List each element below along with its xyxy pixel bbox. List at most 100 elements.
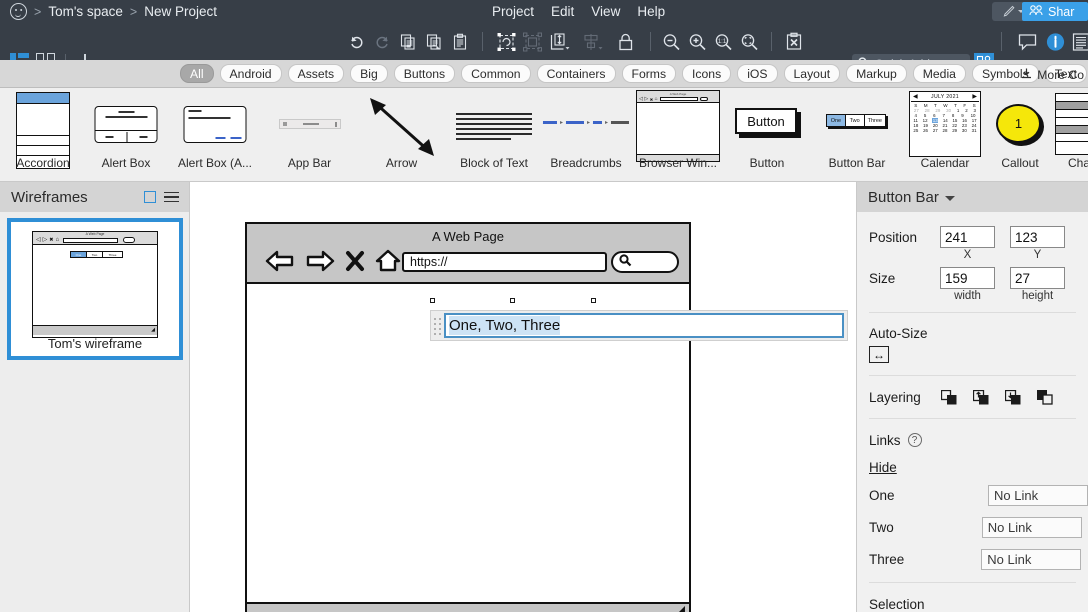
links-hide-button[interactable]: Hide xyxy=(869,460,897,475)
delete-clipboard-icon[interactable] xyxy=(785,32,803,51)
copy-icon[interactable] xyxy=(400,33,417,50)
category-assets[interactable]: Assets xyxy=(287,64,345,83)
wireframe-thumbnail-caption: Tom's wireframe xyxy=(47,336,143,351)
gallery-item-chart[interactable]: Cha xyxy=(1054,88,1088,181)
selection-handle-tc[interactable] xyxy=(510,298,515,303)
menu-view[interactable]: View xyxy=(591,4,620,19)
inline-text-value: One, Two, Three xyxy=(449,316,561,335)
people-icon xyxy=(1029,4,1043,19)
breadcrumb-project[interactable]: New Project xyxy=(144,4,217,19)
breadcrumb-space[interactable]: Tom's space xyxy=(48,4,123,19)
gallery-item-alert-box[interactable]: Alert Box xyxy=(86,88,166,181)
smiley-face-icon[interactable] xyxy=(10,3,27,20)
browser-title: A Web Page xyxy=(431,229,505,244)
selection-handle-tl[interactable] xyxy=(430,298,435,303)
gallery-item-button-bar[interactable]: One Two Three Button Bar xyxy=(810,88,904,181)
zoom-100-icon[interactable]: 1:1 xyxy=(714,32,733,51)
link-select-two[interactable]: No Link xyxy=(981,516,1082,538)
gallery-item-alert-box-alt[interactable]: Alert Box (A... xyxy=(166,88,264,181)
layering-label: Layering xyxy=(869,389,921,405)
lock-icon[interactable] xyxy=(617,32,635,51)
share-button[interactable]: Shar xyxy=(1022,2,1088,21)
inline-text-editor[interactable]: One, Two, Three xyxy=(430,310,848,341)
menu-help[interactable]: Help xyxy=(637,4,665,19)
info-icon[interactable] xyxy=(1046,32,1065,51)
canvas[interactable]: A Web Page https:// ◢ One, Two, Three xyxy=(190,182,856,612)
category-android[interactable]: Android xyxy=(219,64,282,83)
gallery-label: App Bar xyxy=(287,156,332,170)
zoom-fit-icon[interactable] xyxy=(740,32,759,51)
link-row-one: One No Link xyxy=(857,484,1088,506)
category-containers[interactable]: Containers xyxy=(536,64,616,83)
notes-list-icon[interactable] xyxy=(1072,32,1088,51)
gallery-label: Button Bar xyxy=(828,156,886,170)
category-media[interactable]: Media xyxy=(912,64,966,83)
gallery-item-arrow[interactable]: Arrow xyxy=(355,88,448,181)
breadcrumb-separator: > xyxy=(34,4,42,19)
send-to-back-icon[interactable] xyxy=(1037,389,1053,405)
gallery-item-breadcrumbs[interactable]: ▸ ▸ ▸ Breadcrumbs xyxy=(540,88,632,181)
chevron-down-icon[interactable] xyxy=(944,196,955,201)
auto-size-horizontal-icon[interactable]: ↔ xyxy=(869,346,889,363)
properties-panel-title: Button Bar xyxy=(868,188,939,206)
home-icon[interactable] xyxy=(375,249,401,276)
browser-window-widget[interactable]: A Web Page https:// ◢ xyxy=(245,222,691,612)
position-x-field[interactable]: 241 xyxy=(940,226,995,248)
gallery-item-button[interactable]: Button Button xyxy=(724,88,810,181)
paste-icon[interactable] xyxy=(452,33,469,50)
arrow-left-icon[interactable] xyxy=(265,249,295,276)
category-markup[interactable]: Markup xyxy=(846,64,907,83)
position-y-field[interactable]: 123 xyxy=(1010,226,1065,248)
position-sublabels: X Y xyxy=(857,248,1088,262)
category-icons[interactable]: Icons xyxy=(682,64,732,83)
category-ios[interactable]: iOS xyxy=(737,64,778,83)
group-selection-icon[interactable] xyxy=(497,32,516,51)
menu-project[interactable]: Project xyxy=(492,4,534,19)
properties-panel-header[interactable]: Button Bar xyxy=(857,182,1088,212)
gallery-item-calendar[interactable]: ◀ JULY 2021 ▶ SMTWTFS 27 28 29 30 1 2 3 456789… xyxy=(904,88,986,181)
gallery-item-callout[interactable]: 1 Callout xyxy=(986,88,1054,181)
undo-icon[interactable] xyxy=(348,33,365,50)
gallery-item-browser-window[interactable]: A Web Page ◁ ▷ ✖ ⌂ Browser Win... xyxy=(632,88,724,181)
inline-text-input[interactable]: One, Two, Three xyxy=(444,313,844,338)
link-row-two: Two No Link xyxy=(857,516,1088,538)
category-all[interactable]: All xyxy=(180,64,214,83)
calendar-month: JULY 2021 xyxy=(931,93,959,100)
comment-bubble-icon[interactable] xyxy=(1018,33,1037,50)
size-height-field[interactable]: 27 xyxy=(1010,267,1065,289)
gallery-item-app-bar[interactable]: App Bar xyxy=(264,88,355,181)
duplicate-icon[interactable] xyxy=(426,33,443,50)
bring-forward-icon[interactable] xyxy=(972,389,989,405)
properties-panel: Button Bar Position 241 123 X Y Size 159… xyxy=(856,182,1088,612)
gallery-buttonbar-seg-3: Three xyxy=(867,117,882,124)
category-layout[interactable]: Layout xyxy=(783,64,841,83)
category-forms[interactable]: Forms xyxy=(621,64,677,83)
gallery-item-block-of-text[interactable]: Block of Text xyxy=(448,88,540,181)
zoom-in-icon[interactable] xyxy=(688,32,707,51)
arrow-right-icon[interactable] xyxy=(305,249,335,276)
category-big[interactable]: Big xyxy=(350,64,388,83)
wireframe-thumbnail-card[interactable]: A Web Page ◁ ▷ ✖ ⌂ One Two Three ◢ Tom's… xyxy=(7,218,183,360)
zoom-out-icon[interactable] xyxy=(662,32,681,51)
question-mark-icon[interactable]: ? xyxy=(907,433,922,447)
category-buttons[interactable]: Buttons xyxy=(393,64,456,83)
gallery-item-accordion[interactable]: Accordion xyxy=(0,88,86,181)
send-backward-icon[interactable] xyxy=(1004,389,1021,405)
new-wireframe-icon[interactable] xyxy=(144,191,156,203)
resize-grip-icon[interactable]: ◢ xyxy=(674,603,685,612)
selection-handle-tr[interactable] xyxy=(591,298,596,303)
link-select-one[interactable]: No Link xyxy=(988,484,1088,506)
menu-edit[interactable]: Edit xyxy=(551,4,574,19)
hamburger-menu-icon[interactable] xyxy=(164,191,179,203)
size-width-field[interactable]: 159 xyxy=(940,267,995,289)
category-common[interactable]: Common xyxy=(461,64,531,83)
more-components-button[interactable]: More Co xyxy=(1020,65,1084,84)
distribute-vertical-icon[interactable] xyxy=(550,32,571,51)
close-x-icon[interactable] xyxy=(345,250,365,275)
browser-search-field[interactable] xyxy=(611,251,679,273)
link-select-three[interactable]: No Link xyxy=(981,548,1082,570)
gallery-label: Alert Box xyxy=(101,156,151,170)
browser-url-field[interactable]: https:// xyxy=(402,252,607,272)
drag-grip-icon[interactable] xyxy=(431,310,444,341)
bring-to-front-icon[interactable] xyxy=(940,389,957,405)
